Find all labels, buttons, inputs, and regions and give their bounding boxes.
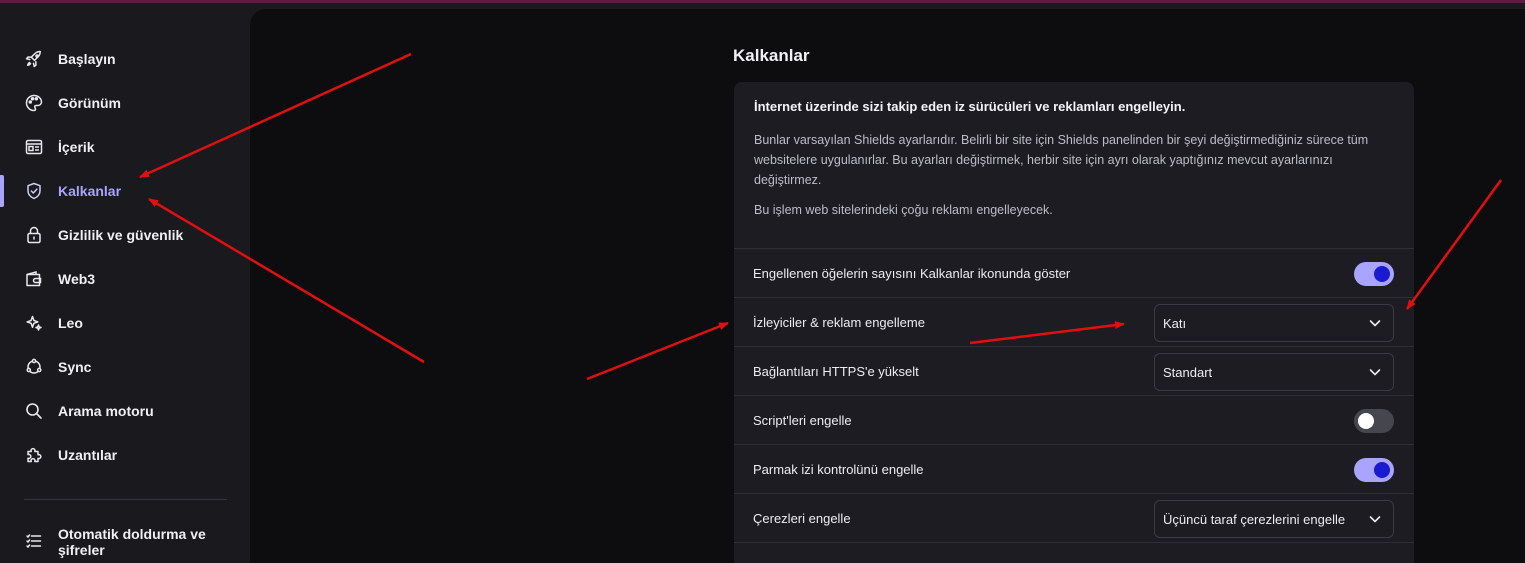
sidebar-item-label: İçerik bbox=[58, 139, 95, 155]
setting-label: İzleyiciler & reklam engelleme bbox=[753, 315, 925, 330]
toggle-knob bbox=[1374, 266, 1390, 282]
setting-row-show-blocked-count: Engellenen öğelerin sayısını Kalkanlar i… bbox=[734, 248, 1414, 298]
sidebar-item-label: Leo bbox=[58, 315, 83, 331]
select-value: Standart bbox=[1163, 365, 1213, 380]
sidebar-item-label: Sync bbox=[58, 359, 92, 375]
sidebar-item-web3[interactable]: Web3 bbox=[0, 259, 250, 299]
card-description: Bunlar varsayılan Shields ayarlarıdır. B… bbox=[754, 133, 1369, 187]
chevron-down-icon bbox=[1369, 516, 1381, 523]
sparkle-icon bbox=[24, 313, 44, 333]
sidebar-item-otomatik-doldurma[interactable]: Otomatik doldurma ve şifreler bbox=[0, 520, 250, 562]
rocket-icon bbox=[24, 49, 44, 69]
settings-sidebar: Başlayın Görünüm İçerik Kalkanlar Gizlil… bbox=[0, 3, 250, 563]
sidebar-item-label: Uzantılar bbox=[58, 447, 118, 463]
sidebar-divider bbox=[24, 499, 227, 500]
sidebar-item-label: Web3 bbox=[58, 271, 96, 287]
setting-label: Engellenen öğelerin sayısını Kalkanlar i… bbox=[753, 266, 1071, 281]
page-title: Kalkanlar bbox=[733, 46, 810, 65]
sidebar-item-icerik[interactable]: İçerik bbox=[0, 127, 250, 167]
shields-settings-card: İnternet üzerinde sizi takip eden iz sür… bbox=[734, 82, 1414, 563]
sidebar-item-gizlilik[interactable]: Gizlilik ve güvenlik bbox=[0, 215, 250, 255]
trackers-ads-blocking-select[interactable]: Katı bbox=[1154, 304, 1394, 342]
https-upgrade-select[interactable]: Standart bbox=[1154, 353, 1394, 391]
autofill-label-line2: şifreler bbox=[58, 542, 105, 558]
setting-row-fingerprinting: Parmak izi kontrolünü engelle bbox=[734, 444, 1414, 494]
chevron-down-icon bbox=[1369, 320, 1381, 327]
palette-icon bbox=[24, 93, 44, 113]
sidebar-item-kalkanlar[interactable]: Kalkanlar bbox=[0, 171, 250, 211]
setting-label: Bağlantıları HTTPS'e yükselt bbox=[753, 364, 919, 379]
toggle-knob bbox=[1374, 462, 1390, 478]
active-indicator bbox=[0, 175, 4, 207]
select-value: Üçüncü taraf çerezlerini engelle bbox=[1163, 512, 1346, 527]
setting-row-cookies: Çerezleri engelle Üçüncü taraf çerezleri… bbox=[734, 493, 1414, 543]
wallet-icon bbox=[24, 269, 44, 289]
sidebar-item-sync[interactable]: Sync bbox=[0, 347, 250, 387]
card-note: Bu işlem web sitelerindeki çoğu reklamı … bbox=[754, 203, 1053, 217]
puzzle-icon bbox=[24, 445, 44, 465]
sidebar-item-label: Kalkanlar bbox=[58, 183, 122, 199]
list-icon bbox=[24, 531, 44, 551]
card-heading: İnternet üzerinde sizi takip eden iz sür… bbox=[754, 99, 1186, 114]
show-blocked-count-toggle[interactable] bbox=[1354, 262, 1394, 286]
sidebar-item-label: Gizlilik ve güvenlik bbox=[58, 227, 184, 243]
sidebar-item-gorunum[interactable]: Görünüm bbox=[0, 83, 250, 123]
setting-row-trackers-ads-blocking: İzleyiciler & reklam engelleme Katı bbox=[734, 297, 1414, 347]
fingerprinting-toggle[interactable] bbox=[1354, 458, 1394, 482]
sidebar-item-label: Görünüm bbox=[58, 95, 121, 111]
content-icon bbox=[24, 137, 44, 157]
sidebar-item-uzantilar[interactable]: Uzantılar bbox=[0, 435, 250, 475]
sidebar-item-label: Başlayın bbox=[58, 51, 116, 67]
setting-label: Script'leri engelle bbox=[753, 413, 852, 428]
cookies-select[interactable]: Üçüncü taraf çerezlerini engelle bbox=[1154, 500, 1394, 538]
shield-icon bbox=[24, 181, 44, 201]
sidebar-item-leo[interactable]: Leo bbox=[0, 303, 250, 343]
setting-row-https-upgrade: Bağlantıları HTTPS'e yükselt Standart bbox=[734, 346, 1414, 396]
block-scripts-toggle[interactable] bbox=[1354, 409, 1394, 433]
select-value: Katı bbox=[1163, 316, 1187, 331]
sidebar-item-label: Otomatik doldurma ve şifreler bbox=[58, 526, 206, 558]
search-icon bbox=[24, 401, 44, 421]
sync-icon bbox=[24, 357, 44, 377]
autofill-label-line1: Otomatik doldurma ve bbox=[58, 526, 206, 542]
setting-row-partial bbox=[734, 542, 1414, 563]
setting-label: Çerezleri engelle bbox=[753, 511, 851, 526]
toggle-knob bbox=[1358, 413, 1374, 429]
setting-row-block-scripts: Script'leri engelle bbox=[734, 395, 1414, 445]
setting-label: Parmak izi kontrolünü engelle bbox=[753, 462, 924, 477]
chevron-down-icon bbox=[1369, 369, 1381, 376]
sidebar-item-baslayin[interactable]: Başlayın bbox=[0, 39, 250, 79]
sidebar-item-arama-motoru[interactable]: Arama motoru bbox=[0, 391, 250, 431]
sidebar-item-label: Arama motoru bbox=[58, 403, 154, 419]
lock-icon bbox=[24, 225, 44, 245]
